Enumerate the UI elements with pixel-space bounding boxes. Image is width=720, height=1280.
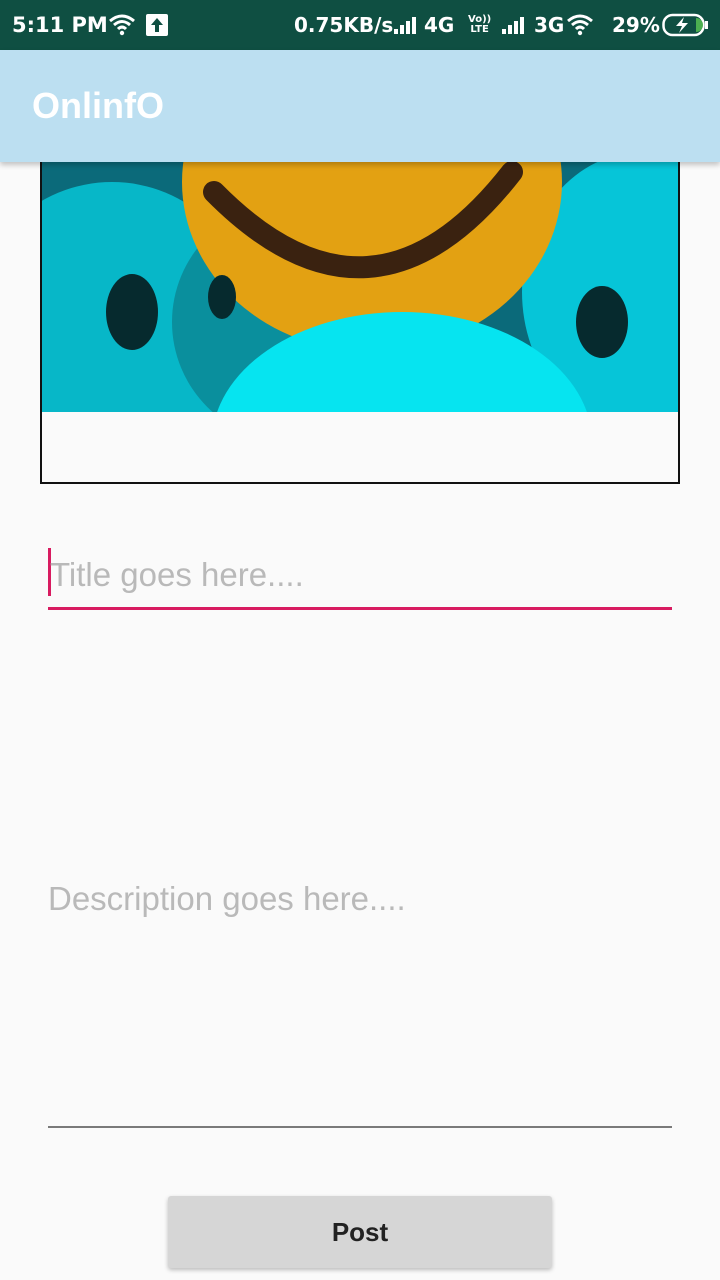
post-image bbox=[42, 142, 678, 412]
battery-charging-icon bbox=[662, 0, 710, 50]
post-button[interactable]: Post bbox=[168, 1196, 552, 1268]
wifi-icon bbox=[108, 0, 136, 50]
volte-label: Vo)) LTE bbox=[468, 0, 491, 50]
app-bar: OnlinfO bbox=[0, 50, 720, 162]
network-speed: 0.75KB/s bbox=[294, 13, 394, 37]
post-image-card[interactable] bbox=[40, 140, 680, 484]
description-field[interactable] bbox=[48, 870, 672, 1128]
title-field[interactable] bbox=[48, 540, 672, 610]
description-input[interactable] bbox=[48, 880, 672, 940]
network-type-1: 4G bbox=[424, 13, 455, 37]
signal-icon-2 bbox=[500, 0, 528, 50]
status-bar: 5:11 PM 0.75KB/s 4G Vo)) LTE 3G 29% bbox=[0, 0, 720, 50]
status-time: 5:11 PM bbox=[12, 13, 108, 37]
wifi-icon-2 bbox=[566, 0, 598, 50]
upload-icon bbox=[146, 0, 168, 50]
volte-bottom: LTE bbox=[470, 24, 489, 35]
network-type-2: 3G bbox=[534, 13, 565, 37]
title-input[interactable] bbox=[50, 550, 670, 600]
signal-icon bbox=[392, 0, 420, 50]
battery-percent: 29% bbox=[612, 13, 660, 37]
app-title: OnlinfO bbox=[32, 85, 164, 126]
